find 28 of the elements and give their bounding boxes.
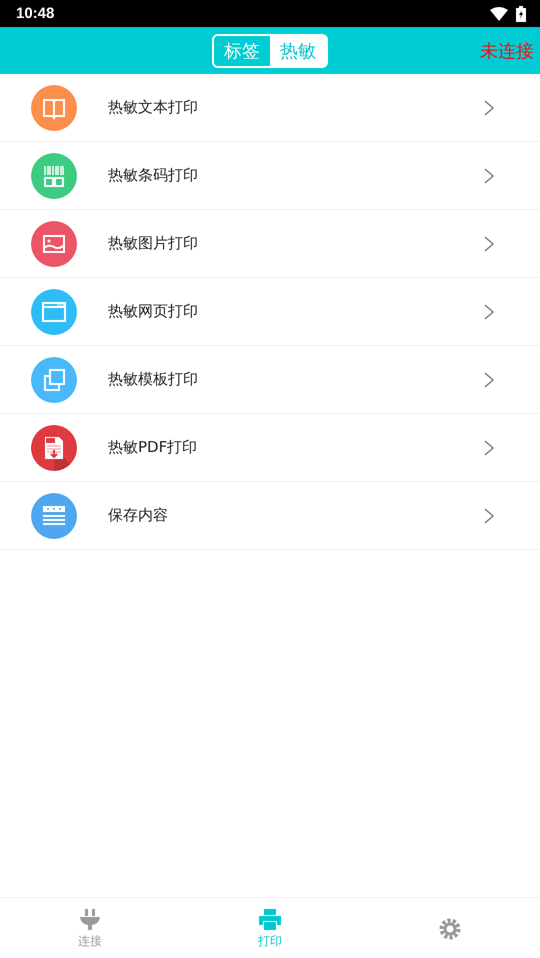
menu-item[interactable]: 保存内容 [0, 482, 540, 550]
printer-icon [257, 906, 283, 930]
battery-icon [516, 6, 526, 22]
menu-label: 热敏PDF打印 [108, 438, 198, 457]
menu-label: 热敏图片打印 [108, 234, 199, 253]
menu-label: 热敏网页打印 [108, 302, 199, 321]
connection-status: 未连接 [480, 40, 534, 63]
chevron-right-icon [484, 236, 494, 252]
menu-item[interactable]: 热敏网页打印 [0, 278, 540, 346]
menu-item[interactable]: 热敏PDF打印 [0, 414, 540, 482]
menu-label: 保存内容 [108, 506, 169, 525]
menu-label: 热敏条码打印 [108, 166, 199, 185]
menu-label: 热敏文本打印 [108, 98, 199, 117]
chevron-right-icon [484, 372, 494, 388]
chevron-right-icon [484, 100, 494, 116]
plug-icon [77, 906, 103, 930]
chevron-right-icon [484, 168, 494, 184]
wifi-icon [490, 6, 508, 20]
chevron-right-icon [484, 304, 494, 320]
settings-icon [437, 916, 463, 940]
menu-label: 热敏模板打印 [108, 370, 199, 389]
chevron-right-icon [484, 440, 494, 456]
menu-item[interactable]: 热敏模板打印 [0, 346, 540, 414]
status-time: 10:48 [16, 5, 54, 22]
menu-item[interactable]: 热敏图片打印 [0, 210, 540, 278]
menu-item[interactable]: 热敏文本打印 [0, 74, 540, 142]
chevron-right-icon [484, 508, 494, 524]
menu-item[interactable]: 热敏条码打印 [0, 142, 540, 210]
